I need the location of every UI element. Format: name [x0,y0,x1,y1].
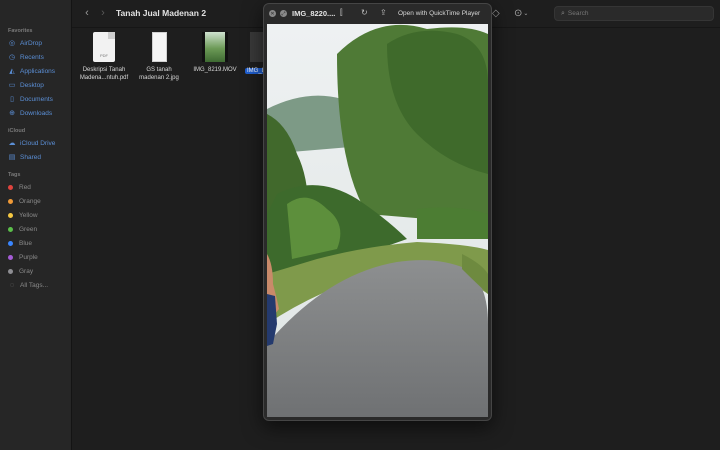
tag-label: Gray [19,267,34,275]
sidebar-item-icloud-drive[interactable]: ☁ iCloud Drive [8,137,56,149]
sidebar-item-label: Desktop [20,81,44,89]
sidebar-item-desktop[interactable]: ▭ Desktop [8,79,44,91]
sidebar-item-label: Documents [20,95,53,103]
download-icon: ⊕ [9,110,15,117]
selected-file-thumbnail[interactable] [250,32,264,62]
trim-button[interactable]: ⫿ [340,8,343,18]
share-button[interactable]: ⇪ [380,8,387,17]
fullscreen-icon: ⤢ [281,10,286,17]
file-name-line: Deskripsi Tanah [82,67,126,73]
tag-dot-icon [8,240,13,246]
tag-dot-icon [8,198,13,204]
ellipsis-circle-icon: ⊙ [514,7,523,19]
rotate-icon: ↻ [361,8,368,17]
tag-dot-icon [8,212,13,218]
tag-dot-icon [8,254,13,260]
search-icon: ⌕ [561,9,565,17]
chevron-down-icon: ⌄ [523,10,529,17]
tag-label: Purple [19,253,38,261]
desktop-icon: ▭ [8,82,16,89]
image-file-icon [151,32,167,62]
tag-label: Green [19,225,38,233]
file-name-line: GS tanah [146,67,172,73]
quick-look-window: ✕ ⤢ IMG_8220.... ⫿ ↻ ⇪ Open with QuickTi… [263,3,492,421]
tag-button[interactable]: ◇ [492,6,500,20]
close-icon: ✕ [270,10,275,17]
tag-dot-icon [8,184,13,190]
tag-dot-icon [8,226,13,232]
document-icon: ▯ [10,96,14,103]
file-name-line: madenan 2.jpg [139,75,179,81]
close-button[interactable]: ✕ [269,10,276,17]
sidebar-tag-gray[interactable]: Gray [8,265,33,277]
cloud-icon: ☁ [8,140,16,147]
tag-label: Orange [19,197,41,205]
share-icon: ⇪ [380,8,387,17]
tag-label: Blue [19,239,33,247]
sidebar-tag-blue[interactable]: Blue [8,237,32,249]
sidebar-item-label: AirDrop [20,39,43,47]
search-input[interactable] [567,10,688,17]
sidebar-item-downloads[interactable]: ⊕ Downloads [8,107,52,119]
tag-label: Yellow [19,211,38,219]
clock-icon: ◷ [8,54,16,61]
sidebar: Favorites ◎ AirDrop ◷ Recents ◭ Applicat… [0,0,72,450]
file-item-pdf[interactable]: PDF Deskripsi Tanah Madena...ntuh.pdf [75,32,133,82]
file-type-badge: PDF [100,53,108,58]
search-field[interactable]: ⌕ [554,6,714,21]
file-name-line: IMG_8219.MOV [193,67,237,73]
sidebar-item-label: Recents [20,53,44,61]
sidebar-tag-yellow[interactable]: Yellow [8,209,38,221]
sidebar-item-recents[interactable]: ◷ Recents [8,51,44,63]
file-item-jpg[interactable]: GS tanah madenan 2.jpg [130,32,188,82]
more-actions-button[interactable]: ⊙ ⌄ [514,6,528,20]
sidebar-section-tags: Tags [8,172,21,178]
tag-icon: ◇ [492,7,500,19]
fullscreen-button[interactable]: ⤢ [280,10,287,17]
applications-icon: ◭ [9,68,15,75]
sidebar-section-favorites: Favorites [8,28,33,34]
sidebar-item-airdrop[interactable]: ◎ AirDrop [8,37,42,49]
quick-look-header: ✕ ⤢ IMG_8220.... ⫿ ↻ ⇪ Open with QuickTi… [264,4,491,24]
tag-label: Red [19,183,31,191]
sidebar-tag-green[interactable]: Green [8,223,37,235]
rotate-button[interactable]: ↻ [361,8,368,17]
file-name: Deskripsi Tanah Madena...ntuh.pdf [75,66,133,82]
sidebar-item-applications[interactable]: ◭ Applications [8,65,55,77]
file-name: GS tanah madenan 2.jpg [130,66,188,82]
back-button[interactable]: ‹ [80,6,94,20]
video-frame-image [267,24,488,417]
sidebar-tag-red[interactable]: Red [8,181,31,193]
file-item-mov[interactable]: IMG_8219.MOV [186,32,244,74]
sidebar-tag-purple[interactable]: Purple [8,251,38,263]
sidebar-item-label: Downloads [20,109,53,117]
sidebar-item-shared[interactable]: ▤ Shared [8,151,41,163]
sidebar-item-label: Shared [20,153,41,161]
tag-label: All Tags... [20,281,49,289]
sidebar-tag-orange[interactable]: Orange [8,195,41,207]
sidebar-section-icloud: iCloud [8,128,26,134]
open-with-quicktime-button[interactable]: Open with QuickTime Player [398,10,480,17]
sidebar-all-tags[interactable]: ◌ All Tags... [8,279,48,291]
sidebar-item-documents[interactable]: ▯ Documents [8,93,53,105]
file-name: IMG_8219.MOV [186,66,244,74]
trim-icon: ⫿ [340,8,343,17]
sidebar-item-label: iCloud Drive [20,139,56,147]
window-title: Tanah Jual Madenan 2 [116,8,207,18]
all-tags-icon: ◌ [9,281,15,289]
pdf-file-icon: PDF [93,32,115,62]
video-file-thumbnail [202,32,228,62]
forward-button[interactable]: › [96,6,110,20]
airdrop-icon: ◎ [8,40,16,47]
shared-folder-icon: ▤ [8,154,16,161]
preview-title: IMG_8220.... [292,9,336,18]
tag-dot-icon [8,268,13,274]
file-name-line: Madena...ntuh.pdf [79,75,129,81]
sidebar-item-label: Applications [20,67,56,75]
